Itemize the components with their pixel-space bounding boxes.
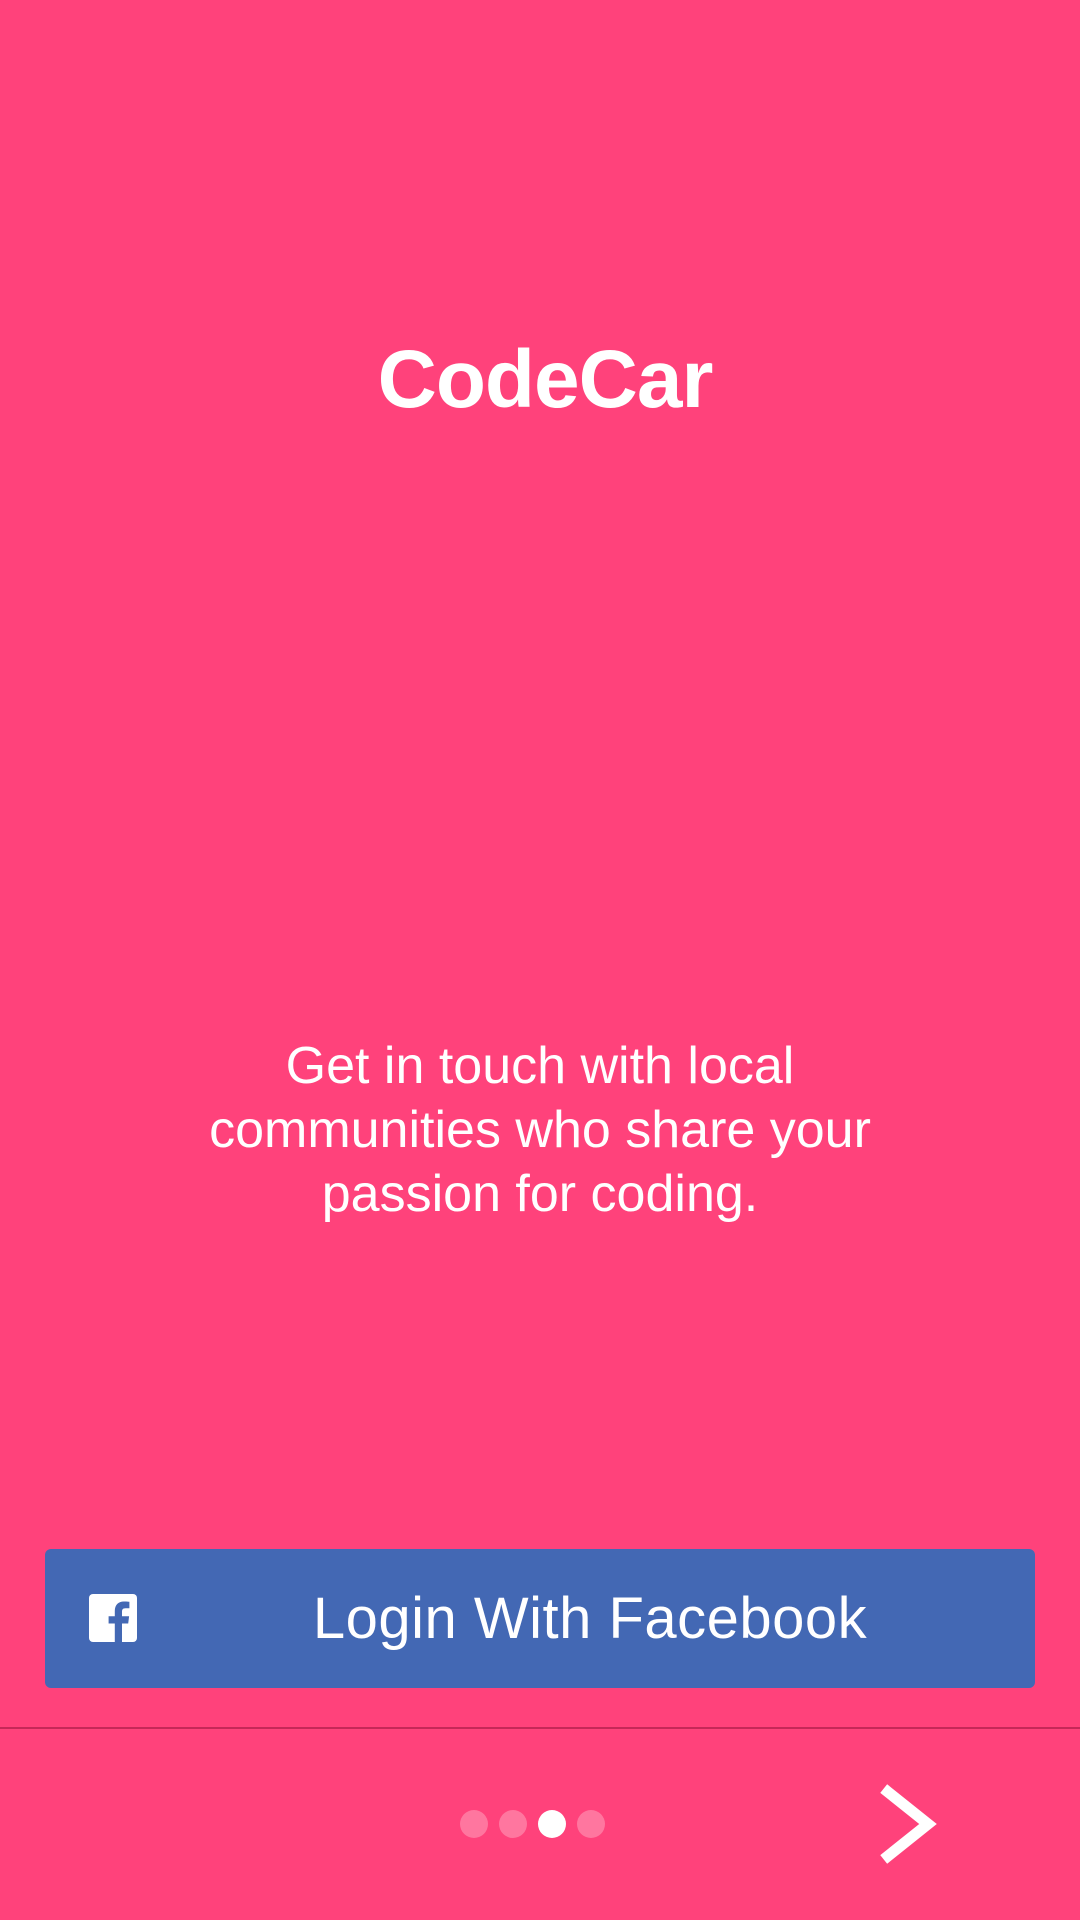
page-dot-3-active[interactable] (538, 1810, 566, 1838)
page-indicator (460, 1810, 605, 1838)
chevron-right-icon (870, 1784, 950, 1870)
page-dot-2[interactable] (499, 1810, 527, 1838)
onboarding-screen: CodeCar Get in touch with local communit… (0, 0, 1080, 1920)
next-button[interactable] (870, 1782, 950, 1866)
app-title: CodeCar (377, 334, 714, 425)
page-dot-4[interactable] (577, 1810, 605, 1838)
login-with-facebook-label: Login With Facebook (312, 1586, 868, 1651)
login-with-facebook-button[interactable]: Login With Facebook (45, 1549, 1035, 1688)
facebook-icon (89, 1594, 137, 1642)
footer-divider (0, 1727, 1080, 1729)
onboarding-tagline: Get in touch with local communities who … (209, 1037, 871, 1223)
page-dot-1[interactable] (460, 1810, 488, 1838)
